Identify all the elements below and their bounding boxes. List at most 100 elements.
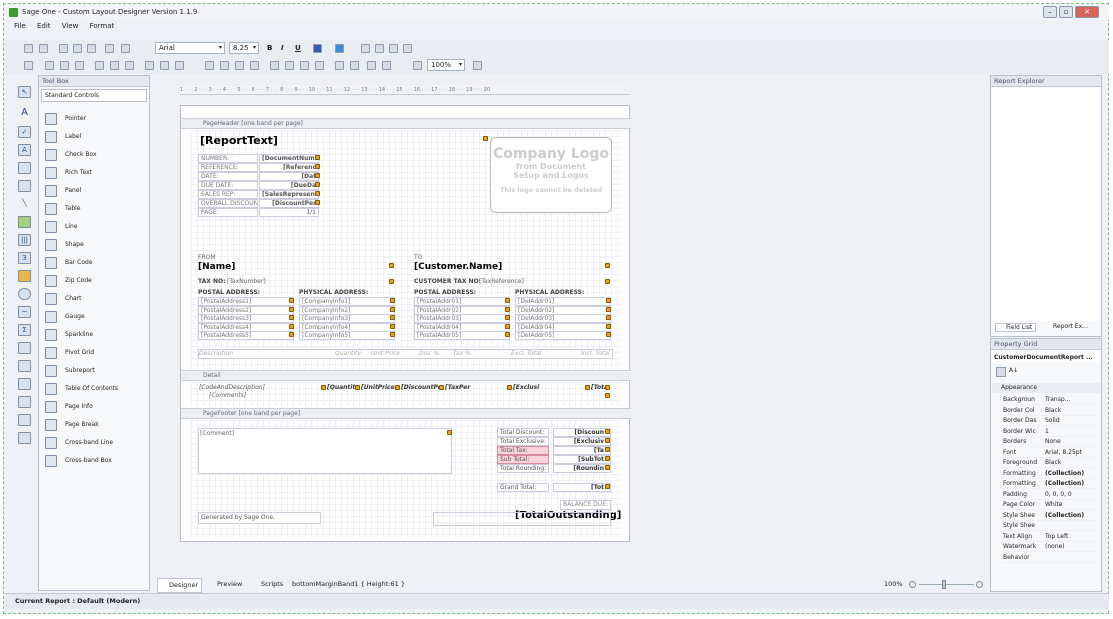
- zoom-select[interactable]: 100%: [427, 59, 465, 71]
- property-row[interactable]: Border Col Black: [1001, 406, 1097, 416]
- smart-tag-icon[interactable]: [505, 298, 510, 303]
- sparkline-icon[interactable]: ~: [18, 306, 31, 318]
- subreport-icon[interactable]: [18, 342, 31, 354]
- tool-item[interactable]: Panel: [43, 183, 143, 199]
- pivot-grid-icon[interactable]: Σ: [18, 324, 31, 336]
- tool-item[interactable]: Table Of Contents: [43, 381, 143, 397]
- tab-field-list[interactable]: Field List: [995, 323, 1037, 332]
- tool-item[interactable]: Table: [43, 201, 143, 217]
- page-info-icon[interactable]: [18, 378, 31, 390]
- save-icon[interactable]: [39, 44, 48, 53]
- smart-tag-icon[interactable]: [605, 393, 610, 398]
- font-color-icon[interactable]: [313, 44, 322, 53]
- comments-field[interactable]: [Comments]: [209, 392, 246, 400]
- smart-tag-icon[interactable]: [289, 323, 294, 329]
- total-value[interactable]: [Exclusiv: [553, 437, 611, 446]
- tool-item[interactable]: Bar Code: [43, 255, 143, 271]
- page-break-icon[interactable]: [18, 396, 31, 408]
- redo-icon[interactable]: [121, 44, 130, 53]
- smart-tag-icon[interactable]: [605, 279, 610, 284]
- align-rights-icon[interactable]: [75, 61, 84, 70]
- smart-tag-icon[interactable]: [355, 385, 360, 390]
- tool-item[interactable]: Pointer: [43, 111, 143, 127]
- tool-item[interactable]: Check Box: [43, 147, 143, 163]
- smart-tag-icon[interactable]: [315, 191, 320, 196]
- doc-value[interactable]: [Referenc: [259, 163, 319, 172]
- smart-tag-icon[interactable]: [315, 155, 320, 160]
- doc-value[interactable]: [DiscountPer: [259, 199, 319, 208]
- tax-no-field[interactable]: [TaxNumber]: [227, 278, 266, 286]
- tab-designer[interactable]: Designer: [157, 578, 203, 593]
- smart-tag-icon[interactable]: [505, 315, 510, 320]
- detail-field[interactable]: [UnitPrice: [361, 384, 395, 392]
- smart-tag-icon[interactable]: [389, 279, 394, 284]
- smart-tag-icon[interactable]: [289, 315, 294, 320]
- detail-band[interactable]: Detail: [181, 370, 631, 381]
- smart-tag-icon[interactable]: [289, 298, 294, 303]
- paste-icon[interactable]: [87, 44, 96, 53]
- barcode-icon[interactable]: |||: [18, 234, 31, 246]
- detail-field[interactable]: [TaxPer: [445, 384, 470, 392]
- italic-button[interactable]: I: [281, 44, 284, 52]
- property-row[interactable]: Border Das Solid: [1001, 416, 1097, 426]
- rich-text-icon[interactable]: A: [18, 144, 31, 156]
- line-icon[interactable]: ╲: [18, 198, 31, 210]
- toc-icon[interactable]: [18, 360, 31, 372]
- open-icon[interactable]: [24, 44, 33, 53]
- smart-tag-icon[interactable]: [605, 465, 610, 470]
- smart-tag-icon[interactable]: [505, 332, 510, 337]
- tool-item[interactable]: Cross-band Box: [43, 453, 143, 469]
- toolbox-group-header[interactable]: Standard Controls: [41, 89, 147, 102]
- smart-tag-icon[interactable]: [605, 263, 610, 268]
- smart-tag-icon[interactable]: [315, 173, 320, 178]
- undo-icon[interactable]: [105, 44, 114, 53]
- tool-item[interactable]: Subreport: [43, 363, 143, 379]
- align-center-icon[interactable]: [375, 44, 384, 53]
- checkbox-icon[interactable]: ✓: [18, 126, 31, 138]
- tool-item[interactable]: Shape: [43, 237, 143, 253]
- property-row[interactable]: Font Arial, 8.25pt: [1001, 448, 1097, 458]
- smart-tag-icon[interactable]: [390, 332, 395, 337]
- doc-value[interactable]: [Dat: [259, 172, 319, 181]
- close-button[interactable]: ✕: [1075, 6, 1099, 18]
- smart-tag-icon[interactable]: [507, 385, 512, 390]
- shape-icon[interactable]: [18, 216, 31, 228]
- send-back-icon[interactable]: [382, 61, 391, 70]
- property-row[interactable]: Style Shee (Collection): [1001, 511, 1097, 521]
- copy-icon[interactable]: [73, 44, 82, 53]
- zipcode-icon[interactable]: 3: [18, 252, 31, 264]
- tool-item[interactable]: Label: [43, 129, 143, 145]
- underline-button[interactable]: U: [295, 44, 301, 52]
- zoom-out-button-icon[interactable]: [909, 581, 916, 588]
- smart-tag-icon[interactable]: [315, 200, 320, 205]
- object-selector[interactable]: CustomerDocumentReport ...: [992, 352, 1100, 363]
- menu-format[interactable]: Format: [90, 22, 115, 30]
- same-size-icon[interactable]: [175, 61, 184, 70]
- property-row[interactable]: Style Shee: [1001, 521, 1097, 531]
- font-size-select[interactable]: 8.25: [229, 42, 259, 54]
- tool-item[interactable]: Cross-band Line: [43, 435, 143, 451]
- property-row[interactable]: Border Wic 1: [1001, 427, 1097, 437]
- align-lefts-icon[interactable]: [45, 61, 54, 70]
- maximize-button[interactable]: ▫: [1059, 6, 1073, 18]
- align-left-icon[interactable]: [361, 44, 370, 53]
- total-value[interactable]: [Tot: [553, 483, 611, 492]
- tool-item[interactable]: Rich Text: [43, 165, 143, 181]
- smart-tag-icon[interactable]: [390, 323, 395, 329]
- pointer-icon[interactable]: ↖: [18, 86, 31, 98]
- tool-item[interactable]: Page Info: [43, 399, 143, 415]
- align-middles-icon[interactable]: [110, 61, 119, 70]
- align-grid-icon[interactable]: [24, 61, 33, 70]
- tool-item[interactable]: Chart: [43, 291, 143, 307]
- smart-tag-icon[interactable]: [289, 306, 294, 312]
- address-field[interactable]: [PostalAddress5]: [198, 331, 294, 340]
- smart-tag-icon[interactable]: [505, 306, 510, 312]
- menu-file[interactable]: File: [14, 22, 26, 30]
- smart-tag-icon[interactable]: [606, 306, 611, 312]
- detail-field[interactable]: [CodeAndDescription]: [199, 384, 265, 392]
- report-text[interactable]: [ReportText]: [200, 134, 278, 147]
- same-height-icon[interactable]: [160, 61, 169, 70]
- cross-band-line-icon[interactable]: [18, 414, 31, 426]
- zoom-in-button-icon[interactable]: [976, 581, 983, 588]
- address-field[interactable]: [PostalAddr05]: [414, 331, 510, 340]
